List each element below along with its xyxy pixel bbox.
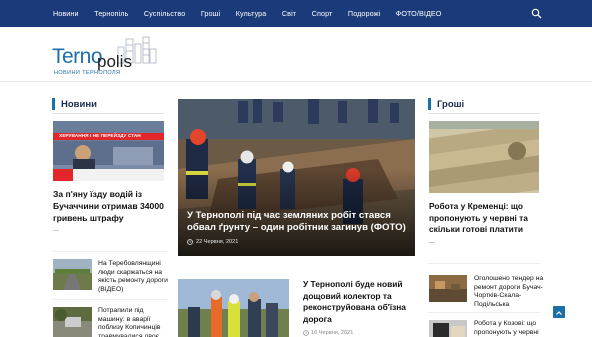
top-navigation: Новини Тернопіль Суспільство Гроші Культ…	[0, 0, 592, 27]
clock-icon	[303, 330, 309, 336]
nav-item-ternopil[interactable]: Тернопіль	[94, 9, 128, 18]
nav-item-sport[interactable]: Спорт	[312, 9, 333, 18]
divider	[52, 251, 167, 252]
featured-article-image[interactable]: У Тернополі під час земляних робіт ставс…	[178, 99, 415, 256]
section-title-news[interactable]: Новини	[52, 98, 97, 110]
featured-article-title[interactable]: У Тернополі під час земляних робіт ставс…	[187, 210, 407, 234]
headline-left-main[interactable]: За п'яну їзду водій із Бучаччини отримав…	[53, 188, 169, 224]
site-header: Terno polis НОВИНИ ТЕРНОПОЛЯ	[0, 27, 592, 82]
excerpt-ellipsis: ...	[53, 226, 59, 233]
nav-item-society[interactable]: Суспільство	[144, 9, 185, 18]
nav-item-money[interactable]: Гроші	[201, 9, 220, 18]
nav-item-news[interactable]: Новини	[53, 9, 79, 18]
featured-article-date: 22 Червня, 2021	[196, 239, 239, 245]
money-thumbnail-banknotes[interactable]	[429, 121, 539, 193]
nav-item-travel[interactable]: Подорожі	[348, 9, 380, 18]
money-item-title[interactable]: Оголошено тендер на ремонт дороги Бучач-…	[474, 275, 544, 309]
money-item-title[interactable]: Робота у Козові: що пропонують у червні	[474, 320, 544, 337]
divider	[428, 263, 540, 264]
money-thumbnail-work[interactable]	[429, 320, 467, 337]
money-headline-main[interactable]: Робота у Кременці: що пропонують у червн…	[429, 201, 542, 236]
tv-caption: ХЕРУВАННЯ І НЕ ПЕРЕЙЗДУ СТАН	[59, 133, 141, 139]
news-thumbnail-road[interactable]	[53, 259, 92, 290]
section-title-money[interactable]: Гроші	[428, 98, 464, 110]
article-headline[interactable]: У Тернополі буде новий дощовий колектор …	[303, 279, 418, 325]
news-thumbnail-tv[interactable]: ХЕРУВАННЯ І НЕ ПЕРЕЙЗДУ СТАН	[53, 121, 164, 181]
article-date: 16 Червня, 2021	[311, 330, 354, 336]
news-thumbnail-accident[interactable]	[53, 307, 92, 337]
excerpt-ellipsis: ...	[429, 238, 435, 245]
site-logo[interactable]: Terno polis НОВИНИ ТЕРНОПОЛЯ	[52, 35, 162, 79]
news-item-title[interactable]: На Теребовлянщині люди скаржаться на які…	[98, 260, 168, 294]
nav-item-world[interactable]: Світ	[282, 9, 296, 18]
divider	[428, 113, 540, 114]
article-image-officials[interactable]	[178, 279, 289, 337]
search-icon[interactable]	[531, 8, 542, 19]
divider	[52, 299, 167, 300]
nav-item-culture[interactable]: Культура	[236, 9, 267, 18]
logo-text-polis: polis	[97, 52, 132, 71]
nav-item-photo-video[interactable]: ФОТО/ВІДЕО	[396, 9, 442, 18]
news-item-title[interactable]: Потрапили під машину: в аварії поблизу К…	[98, 307, 168, 337]
main-menu: Новини Тернопіль Суспільство Гроші Культ…	[53, 0, 457, 27]
divider	[52, 113, 164, 114]
divider	[428, 312, 540, 313]
logo-subtitle: НОВИНИ ТЕРНОПОЛЯ	[54, 70, 121, 76]
money-thumbnail-road[interactable]	[429, 275, 467, 302]
scroll-to-top-button[interactable]	[553, 306, 565, 318]
chevron-up-icon	[556, 311, 562, 315]
clock-icon	[187, 239, 193, 245]
logo-text-terno: Terno	[52, 45, 103, 68]
